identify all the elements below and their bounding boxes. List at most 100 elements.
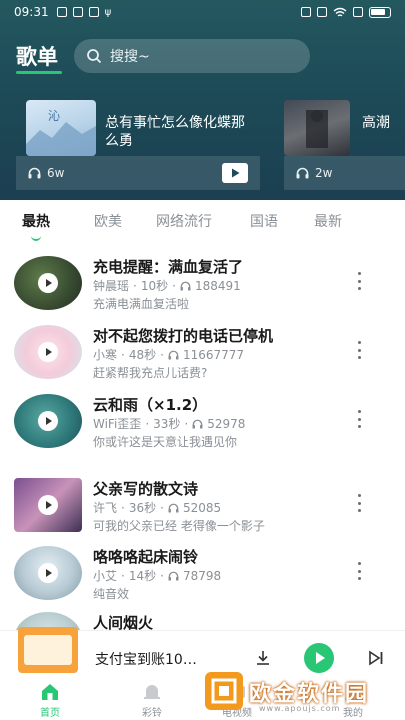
featured-cover: 沁	[26, 100, 96, 156]
watermark-url: www.apoujs.com	[259, 704, 341, 713]
song-title: 咯咯咯起床闹铃	[93, 548, 199, 566]
play-icon	[38, 342, 58, 362]
song-plays: 52085	[182, 500, 222, 515]
watermark: 欧金软件园 www.apoujs.com	[205, 672, 405, 720]
song-desc: 纯音效	[93, 587, 130, 601]
home-icon	[42, 684, 58, 700]
play-icon	[38, 411, 58, 431]
song-cover[interactable]	[14, 546, 82, 600]
song-meta: 许飞 · 36秒 · 52085	[93, 500, 222, 516]
nav-item-home[interactable]: 首页	[20, 682, 80, 719]
featured-carousel[interactable]: 沁 总有事忙怎么像化蝶那么勇 6w 高潮 2w	[16, 98, 405, 190]
song-duration: 10秒	[140, 279, 169, 293]
song-title: 对不起您拨打的电话已停机	[93, 327, 274, 345]
headphones-icon	[168, 503, 179, 513]
top-bar: 歌单 搜搜~	[16, 38, 389, 74]
nav-label: 首页	[40, 708, 60, 719]
tab-internet[interactable]: 网络流行	[156, 211, 212, 231]
featured-footer: 6w	[16, 156, 260, 190]
list-item[interactable]: 充电提醒：满血复活了 钟晨瑶 · 10秒 · 188491 充满电满血复活啦	[0, 250, 405, 316]
play-icon	[38, 563, 58, 583]
song-meta: 小寒 · 48秒 · 11667777	[93, 347, 245, 363]
play-icon	[38, 273, 58, 293]
status-time: 09:31	[14, 5, 49, 19]
song-duration: 36秒	[128, 501, 157, 515]
tab-western[interactable]: 欧美	[94, 211, 122, 231]
song-desc: 充满电满血复活啦	[93, 297, 190, 311]
notification-icon	[56, 7, 67, 17]
featured-card[interactable]: 高潮 2w	[284, 98, 405, 190]
featured-title: 高潮	[362, 115, 390, 131]
nav-item-ringtone[interactable]: 彩铃	[122, 682, 182, 719]
song-plays: 78798	[182, 568, 222, 583]
more-icon[interactable]	[357, 341, 361, 359]
featured-card[interactable]: 沁 总有事忙怎么像化蝶那么勇 6w	[16, 98, 260, 190]
headphones-icon	[28, 167, 41, 179]
category-tabs: 最热 欧美 网络流行 国语 最新	[0, 200, 405, 242]
status-bar: 09:31 ψ	[0, 0, 405, 24]
download-icon[interactable]	[254, 649, 272, 667]
page-title: 歌单	[16, 41, 62, 74]
play-icon	[38, 495, 58, 515]
song-duration: 14秒	[128, 569, 157, 583]
song-artist: 许飞	[93, 501, 118, 515]
nfc-icon	[353, 7, 363, 17]
song-artist: 钟晨瑶	[93, 279, 130, 293]
song-desc: 你或许这是天意让我遇见你	[93, 435, 238, 449]
app-icon	[72, 7, 83, 17]
headphones-icon	[192, 419, 203, 429]
vibrate-icon	[317, 7, 327, 17]
song-title: 父亲写的散文诗	[93, 480, 199, 498]
featured-footer: 2w	[284, 156, 405, 190]
featured-cover	[284, 100, 350, 156]
list-item[interactable]: 云和雨（×1.2） WiFi歪歪 · 33秒 · 52978 你或许这是天意让我遇见…	[0, 388, 405, 454]
more-icon[interactable]	[357, 494, 361, 512]
song-meta: 小艾 · 14秒 · 78798	[93, 568, 222, 584]
headphones-icon	[168, 571, 179, 581]
more-icon[interactable]	[357, 410, 361, 428]
alarm-icon	[301, 7, 311, 17]
featured-title: 总有事忙怎么像化蝶那么勇	[105, 115, 245, 149]
song-artist: 小艾	[93, 569, 118, 583]
song-desc: 可我的父亲已经 老得像一个影子	[93, 519, 265, 533]
next-icon[interactable]	[368, 650, 384, 666]
song-title: 云和雨（×1.2）	[93, 396, 208, 414]
tab-hot[interactable]: 最热	[22, 211, 50, 231]
svg-text:沁: 沁	[48, 109, 60, 123]
more-icon[interactable]	[357, 562, 361, 580]
player-play-button[interactable]	[304, 643, 334, 673]
player-cover[interactable]	[18, 627, 78, 673]
bell-icon	[144, 685, 160, 699]
header: 09:31 ψ 歌单 搜搜~ 沁 总有事忙怎么像化蝶那么勇 6w 高潮 2w	[0, 0, 405, 200]
battery-icon	[369, 6, 391, 18]
wifi-icon	[333, 7, 347, 16]
tab-mandarin[interactable]: 国语	[250, 211, 278, 231]
list-item[interactable]: 咯咯咯起床闹铃 小艾 · 14秒 · 78798 纯音效	[0, 540, 405, 606]
watermark-logo-icon	[205, 672, 243, 710]
list-item[interactable]: 对不起您拨打的电话已停机 小寒 · 48秒 · 11667777 赶紧帮我充点儿话费…	[0, 319, 405, 385]
song-title: 充电提醒：满血复活了	[93, 258, 244, 276]
image-icon	[88, 7, 99, 17]
headphones-icon	[296, 167, 309, 179]
more-icon[interactable]	[357, 272, 361, 290]
play-button[interactable]	[222, 163, 248, 183]
list-item[interactable]: 父亲写的散文诗 许飞 · 36秒 · 52085 可我的父亲已经 老得像一个影子	[0, 472, 405, 538]
song-cover[interactable]	[14, 394, 82, 448]
status-right	[301, 6, 391, 18]
song-desc: 赶紧帮我充点儿话费?	[93, 366, 208, 380]
song-cover[interactable]	[14, 478, 82, 532]
search-input[interactable]: 搜搜~	[74, 39, 310, 73]
song-meta: 钟晨瑶 · 10秒 · 188491	[93, 278, 241, 294]
song-artist: WiFi歪歪	[93, 417, 142, 431]
song-cover[interactable]	[14, 256, 82, 310]
song-duration: 48秒	[128, 348, 157, 362]
featured-play-count: 6w	[47, 166, 65, 180]
nav-label: 彩铃	[142, 708, 162, 719]
featured-play-count: 2w	[315, 166, 333, 180]
search-icon	[87, 49, 102, 64]
tab-latest[interactable]: 最新	[314, 211, 342, 231]
player-title: 支付宝到账10…	[95, 652, 197, 668]
play-icon	[232, 168, 240, 178]
song-duration: 33秒	[153, 417, 181, 431]
song-cover[interactable]	[14, 325, 82, 379]
